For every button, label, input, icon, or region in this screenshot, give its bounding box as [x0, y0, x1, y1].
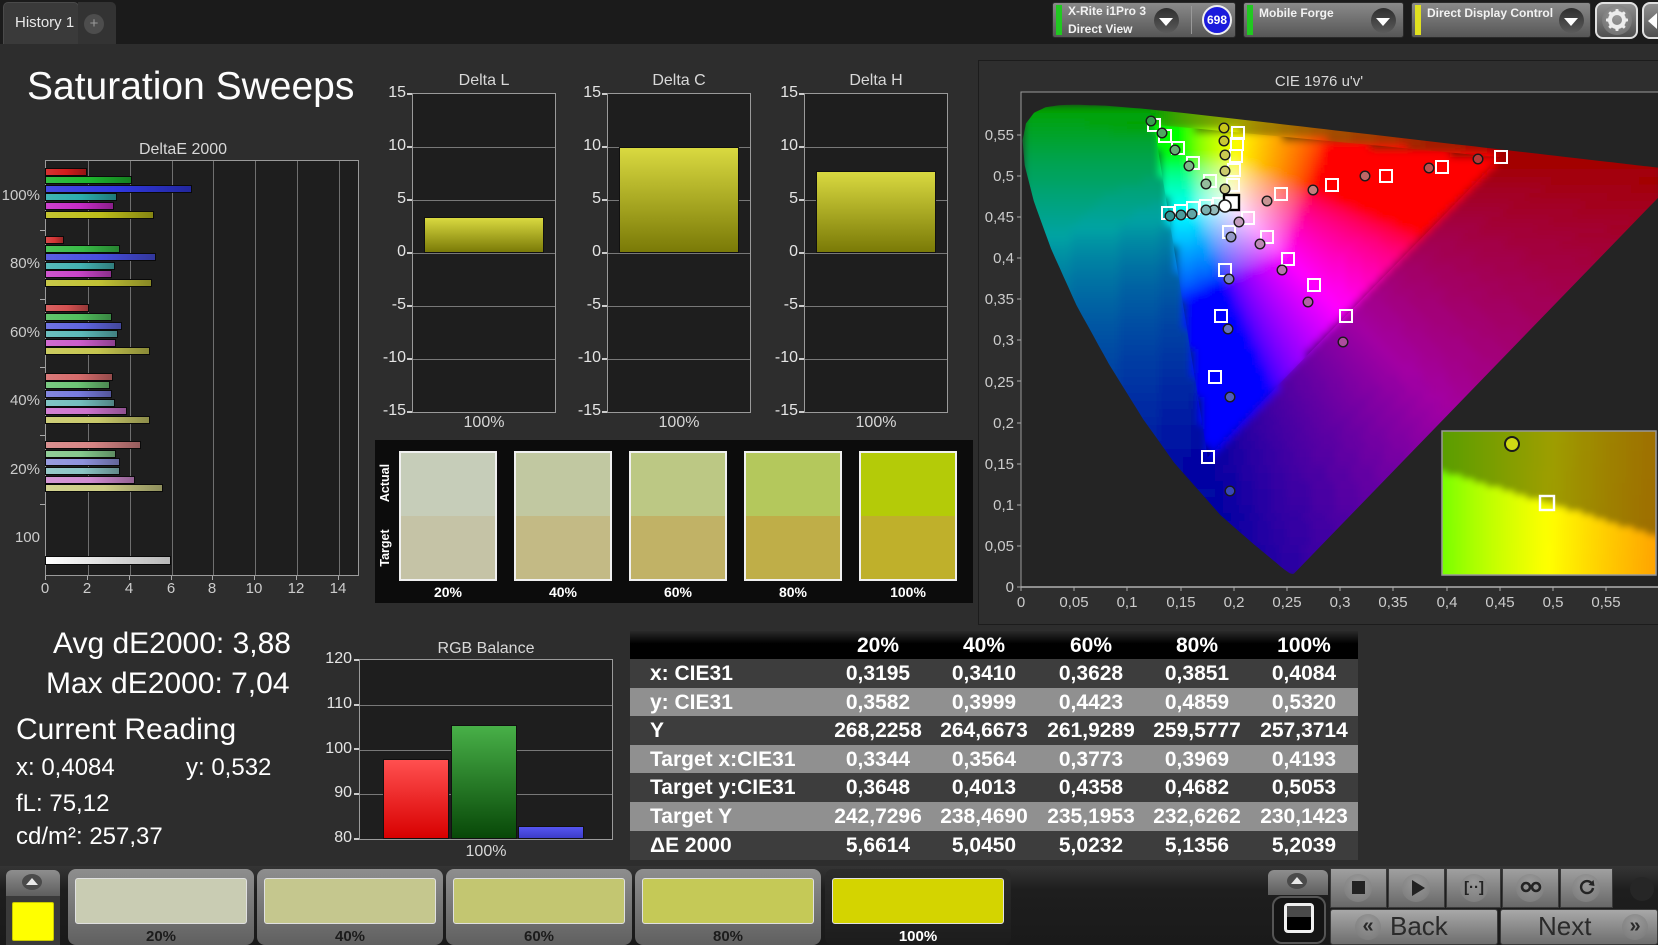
svg-text:0,15: 0,15 [985, 456, 1014, 473]
svg-text:0,15: 0,15 [1166, 594, 1195, 611]
svg-text:0,45: 0,45 [985, 209, 1014, 226]
svg-text:0,4: 0,4 [1437, 594, 1458, 611]
svg-text:0: 0 [1006, 579, 1014, 596]
svg-text:0,5: 0,5 [1543, 594, 1564, 611]
svg-text:0,2: 0,2 [1224, 594, 1245, 611]
svg-text:0,3: 0,3 [993, 332, 1014, 349]
svg-text:0,2: 0,2 [993, 415, 1014, 432]
svg-text:0,25: 0,25 [985, 374, 1014, 391]
svg-text:0,35: 0,35 [985, 291, 1014, 308]
svg-text:0,05: 0,05 [985, 538, 1014, 555]
svg-text:0,1: 0,1 [1117, 594, 1138, 611]
svg-text:0,35: 0,35 [1378, 594, 1407, 611]
svg-text:0: 0 [1017, 594, 1025, 611]
svg-text:0,1: 0,1 [993, 497, 1014, 514]
svg-text:0,55: 0,55 [1591, 594, 1620, 611]
svg-text:0,5: 0,5 [993, 168, 1014, 185]
svg-text:0,05: 0,05 [1059, 594, 1088, 611]
svg-text:0,4: 0,4 [993, 250, 1014, 267]
svg-text:0,3: 0,3 [1330, 594, 1351, 611]
svg-text:0,45: 0,45 [1485, 594, 1514, 611]
svg-text:0,25: 0,25 [1272, 594, 1301, 611]
svg-text:0,55: 0,55 [985, 127, 1014, 144]
